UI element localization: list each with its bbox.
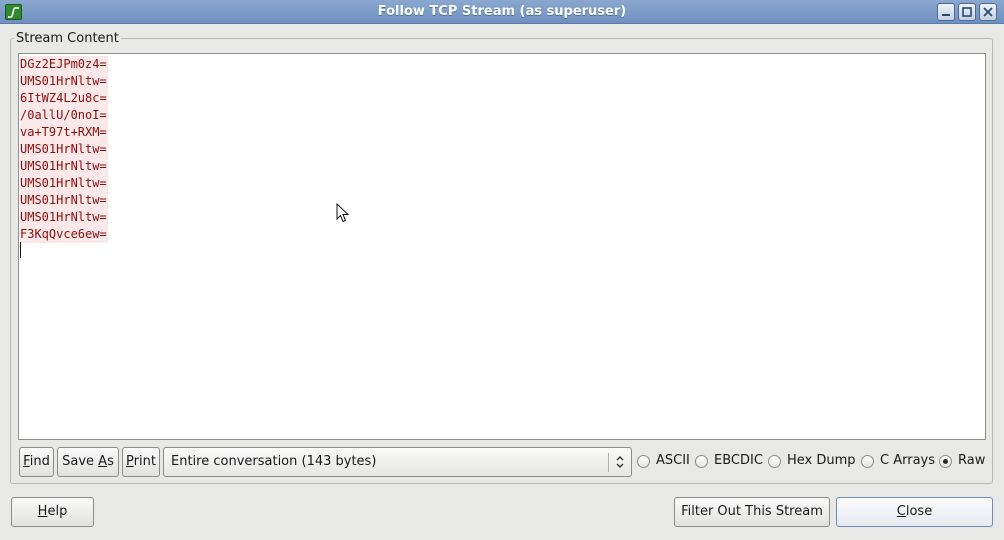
radio-raw[interactable] xyxy=(939,455,952,468)
radio-raw-label: Raw xyxy=(958,453,986,468)
minimize-button[interactable] xyxy=(937,3,955,21)
radio-ebcdic-label: EBCDIC xyxy=(714,453,763,468)
stream-line: UMS01HrNltw= xyxy=(20,158,108,175)
stream-line: UMS01HrNltw= xyxy=(20,73,108,90)
stream-text-area[interactable]: DGz2EJPm0z4= UMS01HrNltw= 6ItWZ4L2u8c= /… xyxy=(18,53,986,440)
radio-ascii-label: ASCII xyxy=(656,453,690,468)
help-button[interactable]: Help xyxy=(11,497,94,527)
stream-line: /0allU/0noI= xyxy=(20,107,108,124)
window-title: Follow TCP Stream (as superuser) xyxy=(377,4,627,19)
stream-lines: DGz2EJPm0z4= UMS01HrNltw= 6ItWZ4L2u8c= /… xyxy=(20,56,108,243)
text-caret xyxy=(20,242,21,258)
conversation-select[interactable]: Entire conversation (143 bytes) xyxy=(163,447,632,477)
stream-line: UMS01HrNltw= xyxy=(20,141,108,158)
maximize-button[interactable] xyxy=(958,3,976,21)
minimize-icon xyxy=(942,14,950,16)
maximize-icon xyxy=(962,7,972,17)
radio-ascii[interactable] xyxy=(637,455,650,468)
stream-line: DGz2EJPm0z4= xyxy=(20,56,108,73)
radio-ebcdic[interactable] xyxy=(695,455,708,468)
close-icon xyxy=(983,7,993,17)
save-as-button[interactable]: Save As xyxy=(57,447,119,477)
radio-hex-dump-label: Hex Dump xyxy=(787,453,856,468)
up-down-arrows-icon xyxy=(616,456,624,468)
stream-line: 6ItWZ4L2u8c= xyxy=(20,90,108,107)
stream-line: va+T97t+RXM= xyxy=(20,124,108,141)
conversation-select-value: Entire conversation (143 bytes) xyxy=(171,454,377,469)
stream-content-label: Stream Content xyxy=(14,31,121,46)
filter-out-stream-button[interactable]: Filter Out This Stream xyxy=(674,497,830,527)
radio-hex-dump[interactable] xyxy=(768,455,781,468)
print-button[interactable]: Print xyxy=(122,447,160,477)
close-button[interactable]: Close xyxy=(836,497,993,527)
stream-line: UMS01HrNltw= xyxy=(20,209,108,226)
window-close-button[interactable] xyxy=(979,3,997,21)
combo-separator xyxy=(608,453,609,472)
find-button[interactable]: Find xyxy=(19,447,54,477)
stream-line: UMS01HrNltw= xyxy=(20,192,108,209)
stream-line: UMS01HrNltw= xyxy=(20,175,108,192)
mouse-pointer-icon xyxy=(336,203,350,223)
radio-c-arrays[interactable] xyxy=(861,455,874,468)
radio-c-arrays-label: C Arrays xyxy=(880,453,935,468)
title-bar: Follow TCP Stream (as superuser) xyxy=(0,0,1004,24)
stream-line: F3KqQvce6ew= xyxy=(20,226,108,243)
